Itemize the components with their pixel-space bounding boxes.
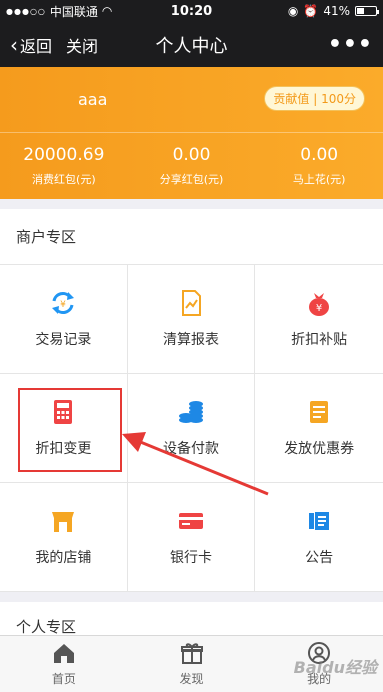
- clock: 10:20: [170, 3, 213, 19]
- grid-item-subsidy[interactable]: ¥ 折扣补贴: [255, 265, 383, 374]
- home-icon: [52, 642, 76, 667]
- grid-item-report[interactable]: 清算报表: [127, 265, 256, 374]
- user-icon: [307, 641, 331, 667]
- tab-label: 发现: [179, 671, 204, 686]
- back-button[interactable]: ‹ 返回: [10, 33, 52, 57]
- tab-bar: 首页 发现 我的: [0, 635, 383, 692]
- stat-credit[interactable]: 0.00 马上花(元): [255, 133, 383, 199]
- tab-label: 我的: [307, 671, 332, 686]
- grid-item-label: 发放优惠券: [284, 441, 355, 457]
- back-label: 返回: [20, 36, 53, 56]
- grid-item-my-store[interactable]: 我的店铺: [0, 483, 128, 592]
- user-name: aaa: [78, 90, 108, 109]
- coupon-icon: [305, 398, 333, 426]
- grid-item-coupon[interactable]: 发放优惠券: [255, 374, 383, 483]
- svg-text:¥: ¥: [316, 303, 322, 314]
- coins-icon: [177, 398, 205, 426]
- grid-item-label: 折扣变更: [35, 441, 92, 457]
- tab-label: 首页: [51, 671, 76, 686]
- card-icon: [177, 507, 205, 535]
- notice-icon: [305, 507, 333, 535]
- stat-value: 0.00: [172, 145, 211, 165]
- grid-item-label: 我的店铺: [35, 550, 92, 566]
- grid-item-label: 清算报表: [162, 332, 219, 348]
- battery-icon: [355, 6, 379, 16]
- grid-item-label: 折扣补贴: [291, 332, 348, 348]
- merchant-section-title: 商户专区: [0, 209, 383, 265]
- stat-share[interactable]: 0.00 分享红包(元): [128, 133, 256, 199]
- grid-item-label: 公告: [305, 550, 334, 566]
- money-bag-icon: ¥: [305, 289, 333, 317]
- svg-text:¥: ¥: [60, 300, 66, 310]
- tab-mine[interactable]: 我的: [255, 636, 383, 692]
- close-button[interactable]: 关闭: [66, 33, 98, 57]
- chevron-left-icon: ‹: [10, 32, 18, 57]
- tab-discover[interactable]: 发现: [128, 636, 256, 692]
- page-title: 个人中心: [155, 35, 228, 57]
- calculator-icon: [49, 398, 77, 426]
- store-icon: [49, 507, 77, 535]
- gift-icon: [180, 642, 204, 667]
- more-button[interactable]: •••: [328, 32, 373, 57]
- report-icon: [177, 289, 205, 317]
- exchange-icon: ¥: [49, 289, 77, 317]
- grid-item-label: 银行卡: [169, 550, 212, 566]
- grid-item-device-payment[interactable]: 设备付款: [127, 374, 256, 483]
- grid-item-transactions[interactable]: ¥ 交易记录: [0, 265, 128, 374]
- stat-value: 20000.69: [23, 145, 105, 165]
- nav-bar: ‹ 返回 关闭 个人中心 •••: [0, 22, 383, 67]
- contribution-badge[interactable]: 贡献值 | 100分: [264, 86, 365, 111]
- status-bar: ●●●○○ 中国联通 ◠ 10:20 ◉ ⏰ 41%: [0, 0, 383, 22]
- merchant-grid: ¥ 交易记录 清算报表 ¥ 折扣补贴 折扣变更 设备付款 发放优惠券 我的店铺 …: [0, 265, 383, 592]
- tab-home[interactable]: 首页: [0, 636, 128, 692]
- grid-item-discount-change[interactable]: 折扣变更: [0, 374, 128, 483]
- stat-value: 0.00: [300, 145, 339, 165]
- grid-item-label: 设备付款: [162, 441, 219, 457]
- stat-label: 马上花(元): [292, 173, 346, 186]
- grid-item-label: 交易记录: [35, 332, 92, 348]
- grid-item-bank-card[interactable]: 银行卡: [127, 483, 256, 592]
- profile-header: aaa 贡献值 | 100分 20000.69 消费红包(元) 0.00 分享红…: [0, 67, 383, 199]
- stat-consume[interactable]: 20000.69 消费红包(元): [0, 133, 128, 199]
- grid-item-notice[interactable]: 公告: [255, 483, 383, 592]
- stat-label: 分享红包(元): [159, 173, 224, 186]
- stat-label: 消费红包(元): [32, 173, 96, 186]
